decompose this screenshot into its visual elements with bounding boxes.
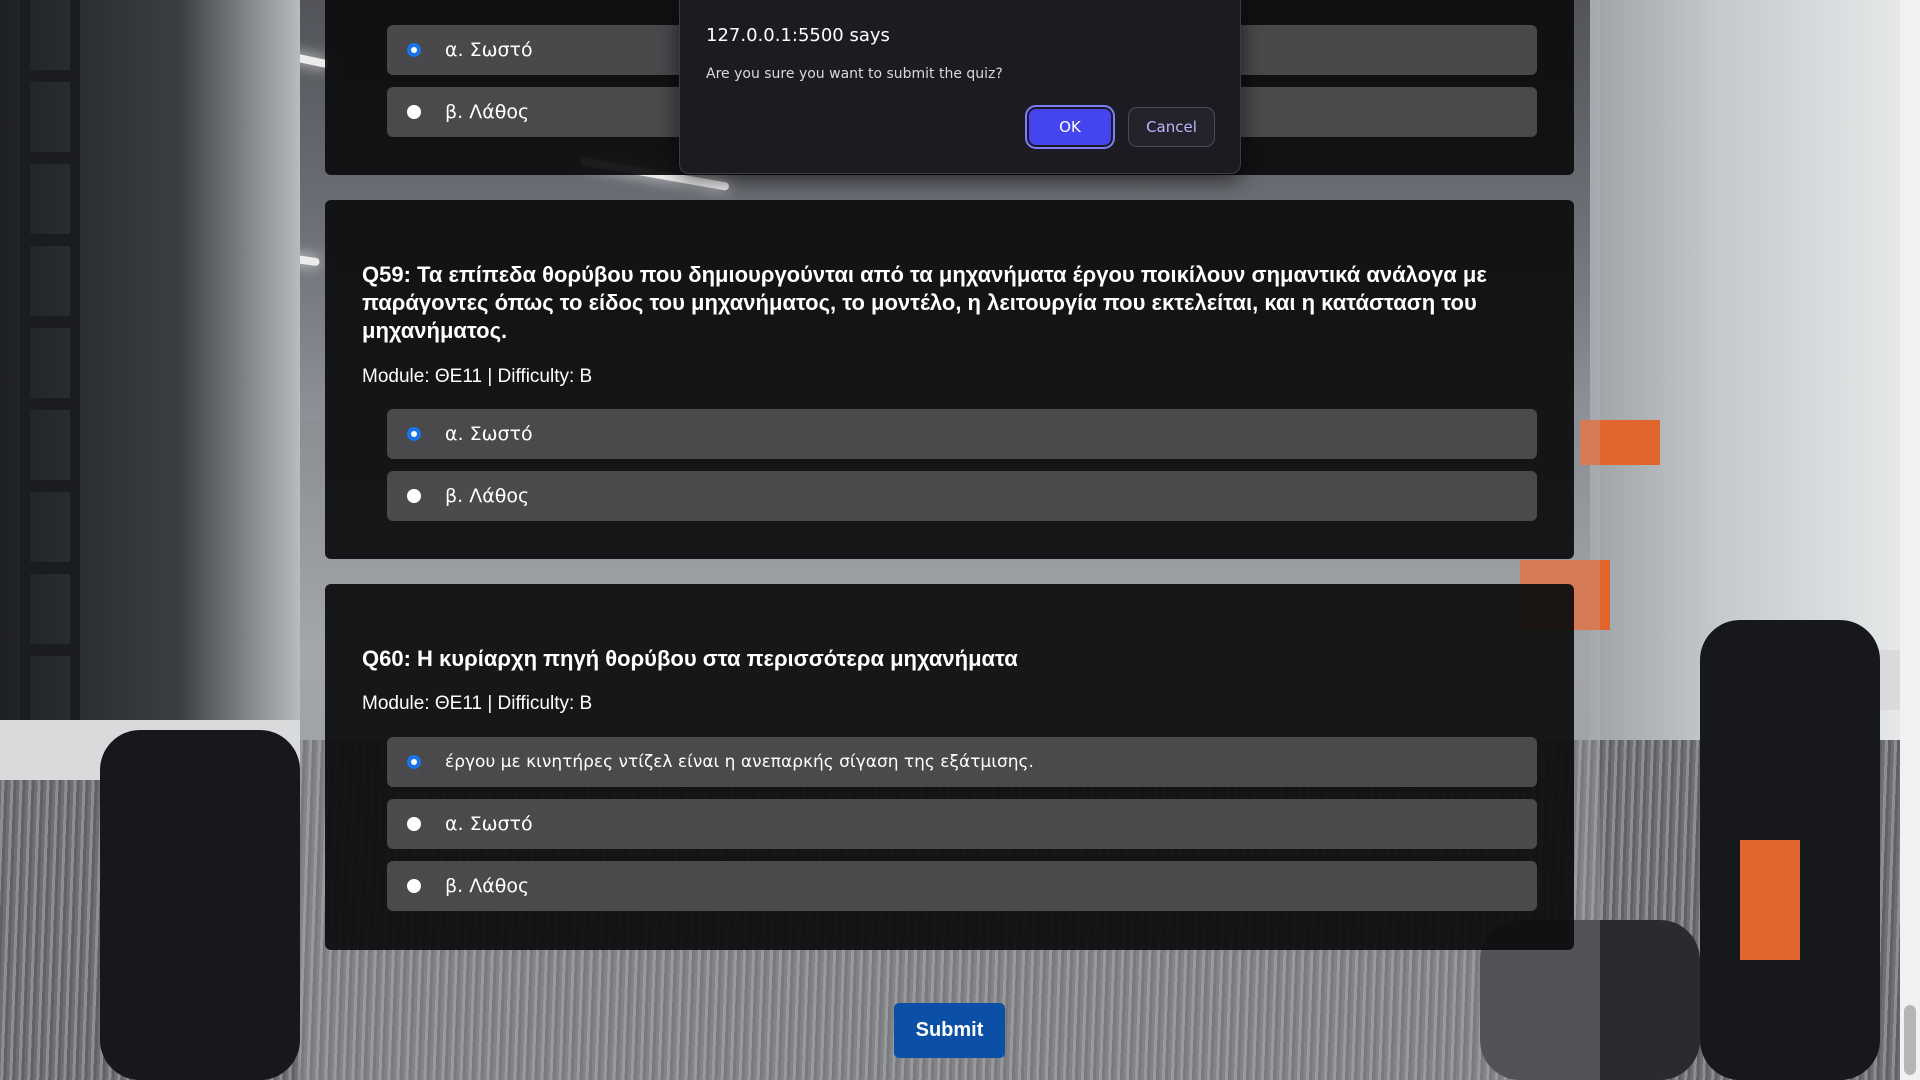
question-title: Q59: Τα επίπεδα θορύβου που δημιουργούντ… (362, 262, 1487, 343)
answer-option-label: έργου με κινητήρες ντίζελ είναι η ανεπαρ… (445, 752, 1034, 772)
answer-option-label: α. Σωστό (445, 39, 533, 61)
answer-option-label: β. Λάθος (445, 485, 530, 507)
cancel-button[interactable]: Cancel (1128, 107, 1215, 147)
submit-button[interactable]: Submit (894, 1003, 1005, 1058)
dialog-message: Are you sure you want to submit the quiz… (706, 66, 1003, 82)
question-title: Q60: Η κυρίαρχη πηγή θορύβου στα περισσό… (362, 646, 1018, 671)
question-card: Q59: Τα επίπεδα θορύβου που δημιουργούντ… (325, 200, 1574, 559)
question-meta: Module: ΘΕ11 | Difficulty: B (362, 693, 593, 714)
ok-button[interactable]: OK (1025, 105, 1115, 149)
confirm-dialog: 127.0.0.1:5500 says Are you sure you wan… (679, 0, 1241, 174)
office-chair (100, 730, 300, 1080)
page-scrollbar[interactable] (1900, 0, 1920, 1080)
chair-cushion (1740, 840, 1800, 960)
radio-button-checked[interactable] (407, 427, 421, 441)
answer-option[interactable]: α. Σωστό (387, 799, 1537, 849)
answer-option-label: α. Σωστό (445, 813, 533, 835)
radio-button[interactable] (407, 489, 421, 503)
dialog-origin: 127.0.0.1:5500 says (706, 25, 890, 46)
question-card: Q60: Η κυρίαρχη πηγή θορύβου στα περισσό… (325, 584, 1574, 950)
radio-button[interactable] (407, 105, 421, 119)
answer-option-label: α. Σωστό (445, 423, 533, 445)
scrollbar-thumb[interactable] (1904, 1005, 1916, 1075)
answer-option-label: β. Λάθος (445, 101, 530, 123)
answer-option-label: β. Λάθος (445, 875, 530, 897)
answer-option[interactable]: β. Λάθος (387, 471, 1537, 521)
question-meta: Module: ΘΕ11 | Difficulty: B (362, 366, 593, 387)
answer-option[interactable]: έργου με κινητήρες ντίζελ είναι η ανεπαρ… (387, 737, 1537, 787)
answer-option[interactable]: β. Λάθος (387, 861, 1537, 911)
radio-button[interactable] (407, 817, 421, 831)
answer-option[interactable]: α. Σωστό (387, 409, 1537, 459)
radio-button[interactable] (407, 879, 421, 893)
radio-button-checked[interactable] (407, 43, 421, 57)
ladder (20, 0, 80, 760)
radio-button-checked[interactable] (407, 755, 421, 769)
